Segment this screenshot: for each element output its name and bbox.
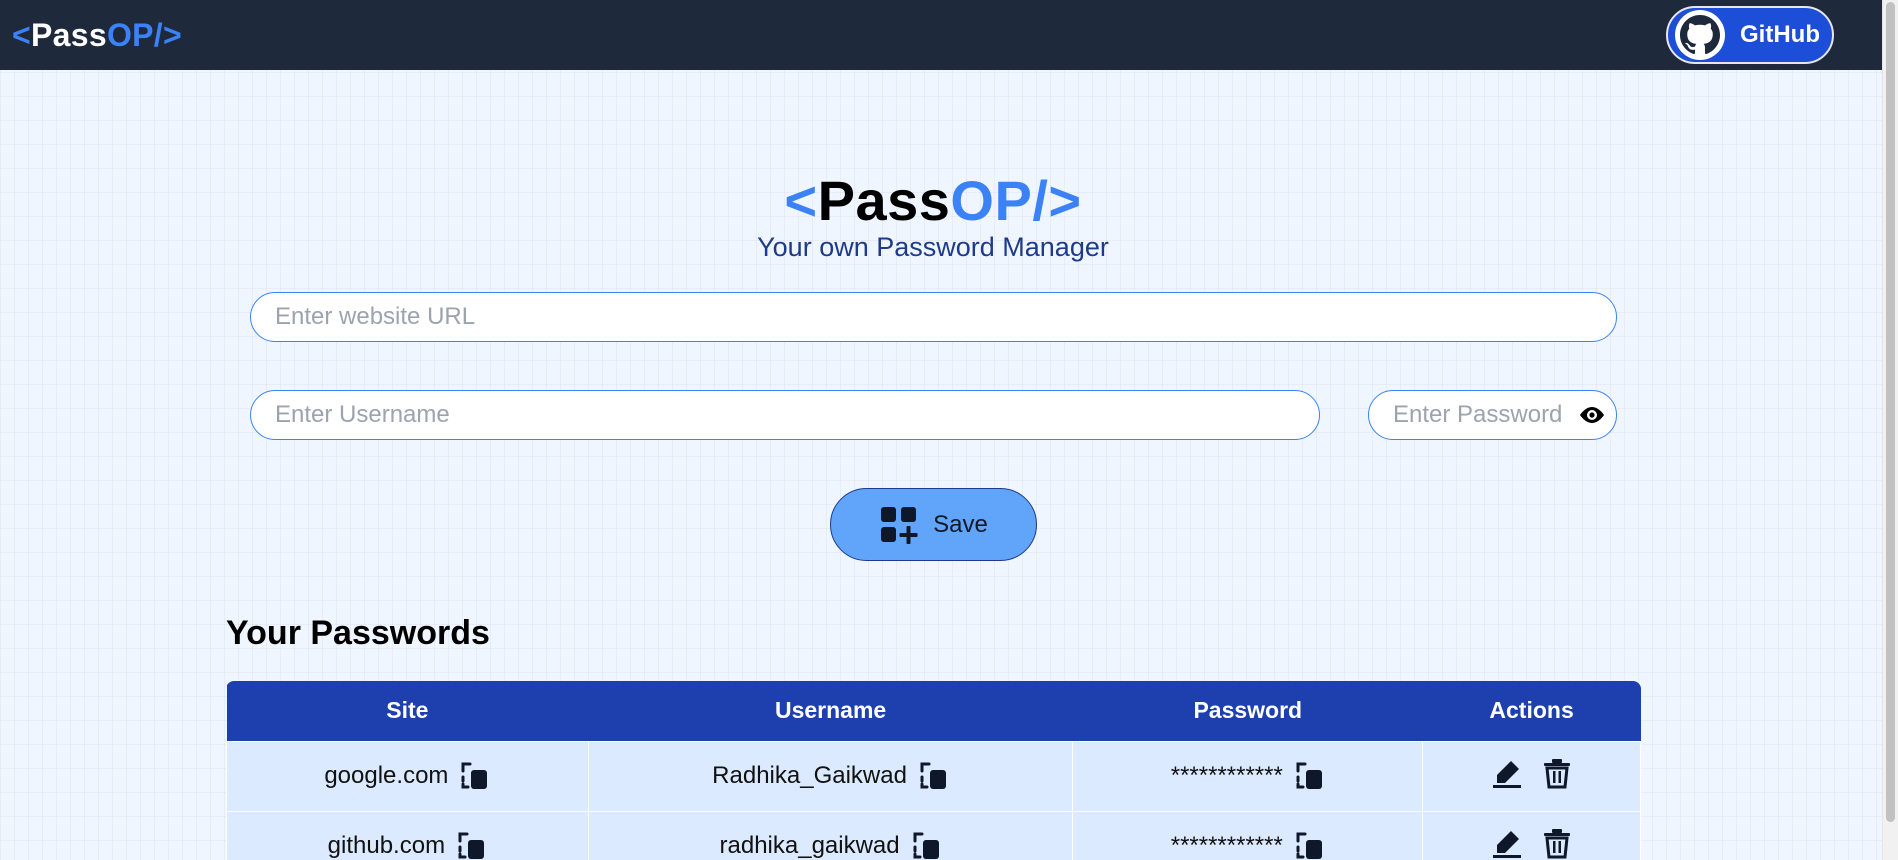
website-url-input[interactable] bbox=[250, 292, 1617, 342]
copy-icon[interactable] bbox=[912, 830, 942, 860]
passwords-heading: Your Passwords bbox=[226, 614, 490, 652]
password-cell: ************ bbox=[1072, 740, 1424, 812]
edit-icon[interactable] bbox=[1491, 757, 1523, 789]
hero-logo: <PassOP/> bbox=[784, 169, 1082, 232]
eye-icon[interactable] bbox=[1577, 402, 1607, 428]
edit-icon[interactable] bbox=[1491, 827, 1523, 859]
copy-icon[interactable] bbox=[1295, 830, 1325, 860]
github-icon bbox=[1675, 10, 1725, 60]
header-password: Password bbox=[1072, 681, 1423, 741]
page-scrollbar[interactable] bbox=[1882, 0, 1898, 860]
table-header-row: Site Username Password Actions bbox=[226, 681, 1641, 741]
copy-icon[interactable] bbox=[1295, 760, 1325, 792]
username-value: Radhika_Gaikwad bbox=[712, 762, 907, 789]
github-label: GitHub bbox=[1740, 21, 1820, 48]
password-value: ************ bbox=[1170, 762, 1283, 789]
delete-icon[interactable] bbox=[1541, 827, 1573, 859]
actions-cell bbox=[1422, 740, 1641, 812]
actions-cell bbox=[1422, 810, 1641, 860]
table-row: github.com radhika_gaikwad ************ bbox=[226, 810, 1641, 860]
site-cell: github.com bbox=[226, 810, 589, 860]
username-input[interactable] bbox=[250, 390, 1320, 440]
passwords-table: Site Username Password Actions google.co… bbox=[226, 681, 1641, 860]
header-actions: Actions bbox=[1422, 681, 1641, 741]
site-cell: google.com bbox=[226, 740, 589, 812]
username-value: radhika_gaikwad bbox=[719, 832, 900, 859]
password-value: ************ bbox=[1170, 832, 1283, 859]
password-field bbox=[1368, 390, 1617, 440]
save-icon bbox=[881, 506, 918, 544]
scrollbar-thumb[interactable] bbox=[1886, 2, 1895, 822]
copy-icon[interactable] bbox=[460, 760, 490, 792]
github-button[interactable]: GitHub bbox=[1666, 6, 1834, 64]
copy-icon[interactable] bbox=[919, 760, 949, 792]
navbar-logo[interactable]: <PassOP/> bbox=[12, 17, 182, 54]
header-username: Username bbox=[588, 681, 1073, 741]
table-row: google.com Radhika_Gaikwad ************ bbox=[226, 740, 1641, 812]
username-cell: radhika_gaikwad bbox=[587, 810, 1074, 860]
password-cell: ************ bbox=[1072, 810, 1424, 860]
save-button[interactable]: Save bbox=[830, 488, 1037, 561]
tagline: Your own Password Manager bbox=[757, 232, 1109, 262]
copy-icon[interactable] bbox=[457, 830, 487, 860]
header-site: Site bbox=[226, 681, 589, 741]
navbar: <PassOP/> GitHub bbox=[0, 0, 1882, 70]
username-cell: Radhika_Gaikwad bbox=[587, 740, 1074, 812]
delete-icon[interactable] bbox=[1541, 757, 1573, 789]
site-link[interactable]: google.com bbox=[324, 762, 448, 790]
site-link[interactable]: github.com bbox=[328, 832, 445, 860]
save-label: Save bbox=[933, 510, 988, 538]
